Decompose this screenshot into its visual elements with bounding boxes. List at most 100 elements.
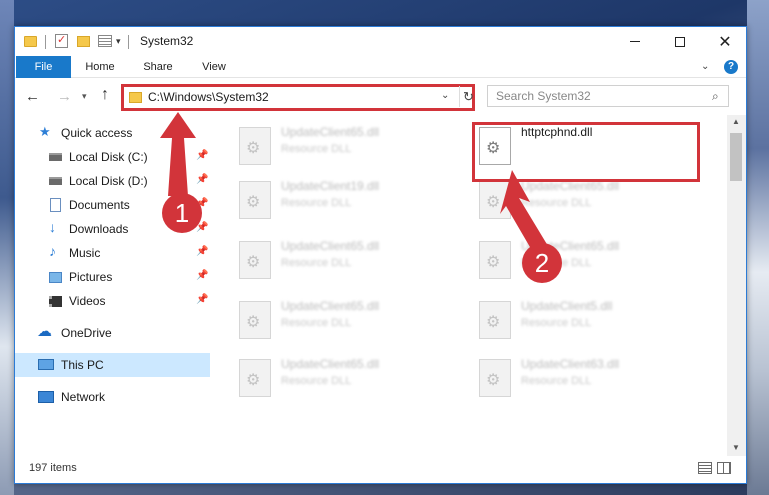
file-type: Resource DLL <box>281 257 352 269</box>
sidebar-item-quick-access[interactable]: ★ Quick access <box>15 121 210 145</box>
close-button[interactable]: ✕ <box>702 27 746 56</box>
sidebar-item-local-disk-d[interactable]: Local Disk (D:) 📌 <box>15 169 210 193</box>
sidebar-item-label: Videos <box>69 294 106 308</box>
tab-file[interactable]: File <box>16 56 71 78</box>
search-icon[interactable]: ⌕ <box>712 89 719 104</box>
sidebar-item-label: Music <box>69 246 101 260</box>
pc-icon <box>38 359 54 370</box>
pin-icon[interactable]: 📌 <box>196 174 208 185</box>
properties-icon[interactable] <box>55 33 68 48</box>
sidebar-item-this-pc[interactable]: This PC <box>15 353 210 377</box>
divider <box>128 35 129 49</box>
tab-view[interactable]: View <box>189 56 239 78</box>
file-item[interactable]: UpdateClient65.dll Resource DLL <box>235 295 465 343</box>
dll-file-icon <box>479 241 511 279</box>
dll-file-icon <box>239 359 271 397</box>
dll-file-icon <box>239 127 271 165</box>
sidebar-item-network[interactable]: Network <box>15 385 210 409</box>
file-highlight-box <box>472 122 700 182</box>
folder-icon <box>129 92 142 103</box>
scroll-up-icon[interactable]: ▲ <box>732 117 740 126</box>
maximize-icon <box>675 36 685 47</box>
tab-share[interactable]: Share <box>133 56 183 78</box>
sidebar-item-label: OneDrive <box>61 326 112 340</box>
file-item[interactable]: UpdateClient65.dll Resource DLL <box>235 121 465 169</box>
sidebar-item-local-disk-c[interactable]: Local Disk (C:) 📌 <box>15 145 210 169</box>
file-item[interactable]: UpdateClient5.dll Resource DLL <box>475 295 705 343</box>
dll-file-icon <box>239 241 271 279</box>
file-name: UpdateClient65.dll <box>281 357 380 371</box>
desktop-background-left <box>0 0 14 495</box>
videos-icon <box>49 296 62 307</box>
maximize-button[interactable] <box>657 27 703 56</box>
forward-arrow-icon[interactable]: → <box>57 88 72 105</box>
file-item[interactable]: UpdateClient65.dll Resource DLL <box>235 353 465 401</box>
star-icon: ★ <box>39 124 51 139</box>
file-type: Resource DLL <box>281 197 352 209</box>
sidebar-item-label: Local Disk (C:) <box>69 150 148 164</box>
recent-locations-chevron-icon[interactable]: ▾ <box>82 91 87 102</box>
file-type: Resource DLL <box>281 143 352 155</box>
refresh-icon[interactable]: ↻ <box>459 86 477 107</box>
scroll-down-icon[interactable]: ▼ <box>732 443 740 452</box>
help-icon[interactable]: ? <box>724 60 738 74</box>
dll-file-icon <box>239 181 271 219</box>
file-item[interactable]: UpdateClient65.dll Resource DLL <box>475 175 705 223</box>
file-type: Resource DLL <box>281 317 352 329</box>
file-item[interactable]: UpdateClient65.dll Resource DLL <box>475 235 705 283</box>
close-icon: ✕ <box>718 33 732 51</box>
minimize-icon <box>630 41 640 42</box>
documents-icon <box>50 198 61 212</box>
customize-toolbar-chevron-icon[interactable]: ▾ <box>116 36 121 52</box>
ribbon-tabs: File Home Share View ⌄ ? <box>15 56 746 78</box>
sidebar-item-label: Documents <box>69 198 130 212</box>
expand-ribbon-chevron-icon[interactable]: ⌄ <box>701 61 709 72</box>
address-path[interactable]: C:\Windows\System32 <box>148 90 269 104</box>
view-options-icon[interactable] <box>98 35 112 47</box>
file-item[interactable]: UpdateClient19.dll Resource DLL <box>235 175 465 223</box>
divider <box>45 35 46 49</box>
step-2-callout: 2 <box>522 243 562 283</box>
pin-icon[interactable]: 📌 <box>196 150 208 161</box>
up-arrow-icon[interactable]: ↑ <box>101 86 109 104</box>
file-item[interactable]: UpdateClient65.dll Resource DLL <box>235 235 465 283</box>
sidebar-item-label: This PC <box>61 358 104 372</box>
dll-file-icon <box>479 359 511 397</box>
file-type: Resource DLL <box>521 375 592 387</box>
vertical-scrollbar[interactable]: ▲ ▼ <box>727 115 746 456</box>
drive-icon <box>49 153 62 161</box>
minimize-button[interactable] <box>612 27 658 56</box>
tab-home[interactable]: Home <box>75 56 125 78</box>
address-bar[interactable]: C:\Windows\System32 ⌄ ↻ <box>121 84 475 111</box>
details-view-icon[interactable] <box>698 462 712 474</box>
pin-icon[interactable]: 📌 <box>196 246 208 257</box>
large-icons-view-icon[interactable] <box>717 462 731 474</box>
file-type: Resource DLL <box>521 317 592 329</box>
sidebar-item-music[interactable]: ♪ Music 📌 <box>15 241 210 265</box>
back-arrow-icon[interactable]: ← <box>25 88 40 105</box>
file-item[interactable]: UpdateClient63.dll Resource DLL <box>475 353 705 401</box>
address-history-chevron-icon[interactable]: ⌄ <box>441 90 449 101</box>
search-input[interactable]: Search System32 ⌕ <box>487 85 729 107</box>
file-explorer-window: ▾ System32 ✕ File Home Share View ⌄ ? ← … <box>14 26 747 484</box>
new-folder-icon[interactable] <box>77 36 90 47</box>
file-name: UpdateClient65.dll <box>281 299 380 313</box>
sidebar-item-pictures[interactable]: Pictures 📌 <box>15 265 210 289</box>
file-list-pane: UpdateClient65.dll Resource DLL httptcph… <box>211 115 727 456</box>
downloads-icon: ↓ <box>49 219 56 235</box>
desktop-background-right <box>747 0 769 495</box>
step-1-callout: 1 <box>162 193 202 233</box>
pin-icon[interactable]: 📌 <box>196 270 208 281</box>
status-bar: 197 items <box>15 456 746 483</box>
pin-icon[interactable]: 📌 <box>196 294 208 305</box>
scroll-thumb[interactable] <box>730 133 742 181</box>
search-placeholder: Search System32 <box>496 89 591 103</box>
file-name: UpdateClient63.dll <box>521 357 620 371</box>
navigation-pane: ★ Quick access Local Disk (C:) 📌 Local D… <box>15 115 210 456</box>
file-name: UpdateClient65.dll <box>281 125 380 139</box>
file-name: UpdateClient5.dll <box>521 299 613 313</box>
music-icon: ♪ <box>49 243 56 259</box>
sidebar-item-videos[interactable]: Videos 📌 <box>15 289 210 313</box>
sidebar-item-onedrive[interactable]: ☁ OneDrive <box>15 321 210 345</box>
pictures-icon <box>49 272 62 283</box>
